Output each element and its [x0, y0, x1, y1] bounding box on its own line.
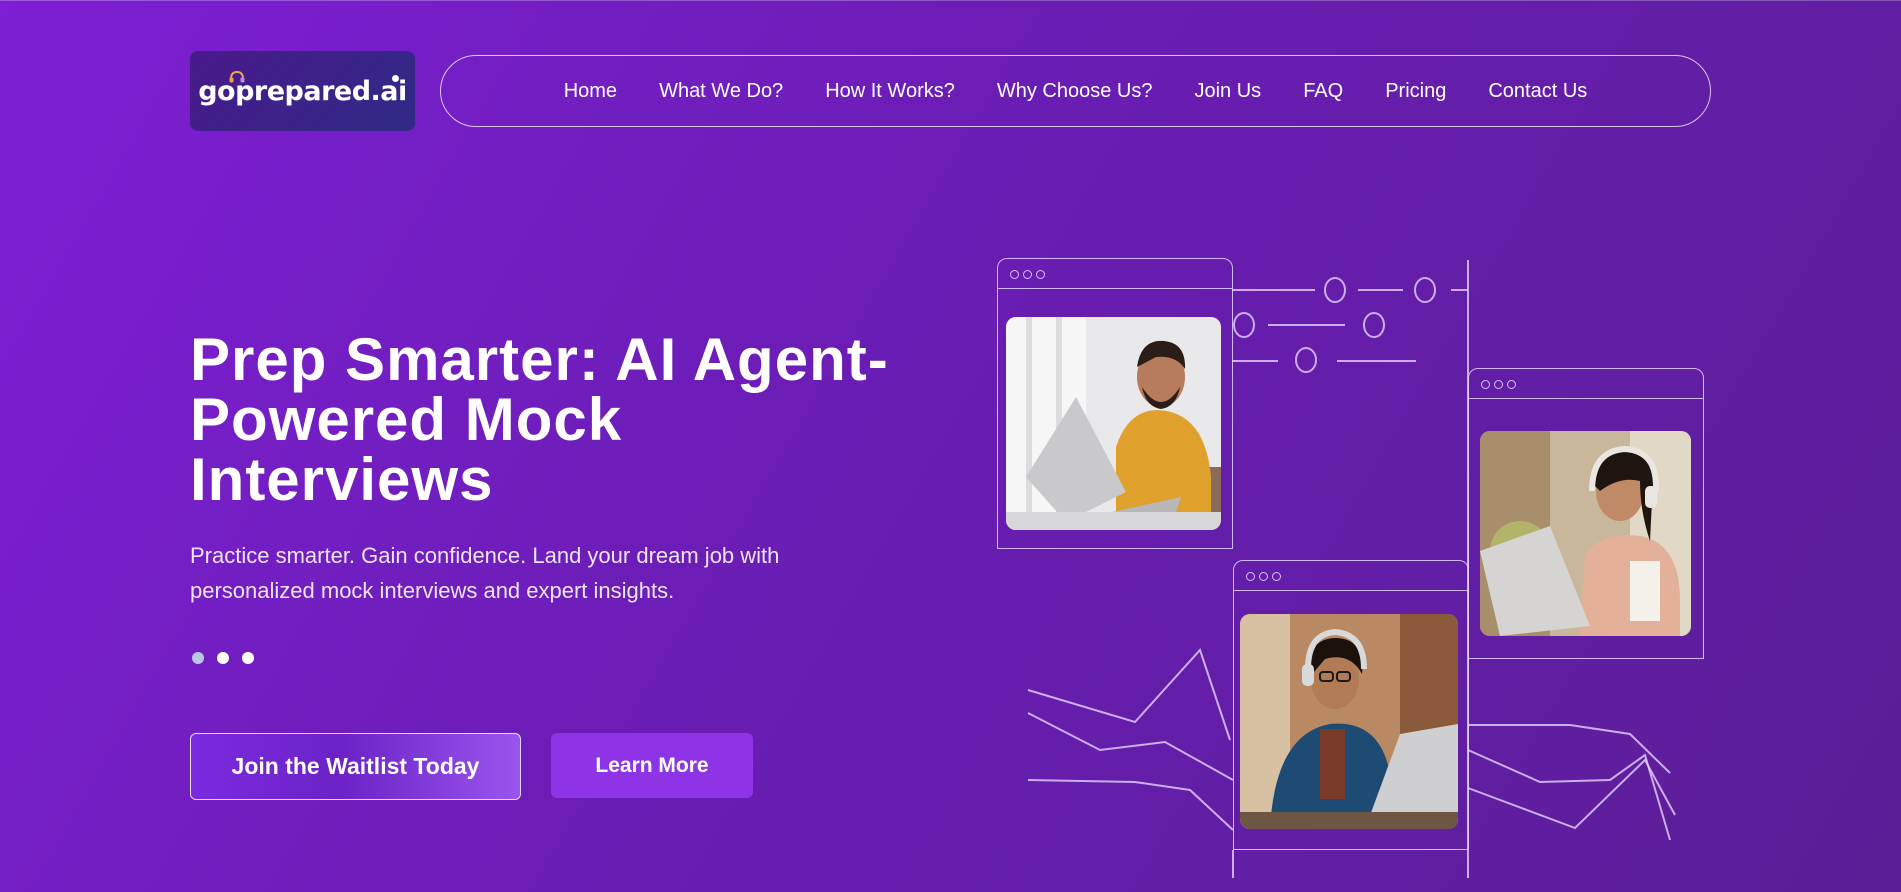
nav-faq[interactable]: FAQ [1303, 80, 1343, 103]
learn-more-button[interactable]: Learn More [551, 733, 753, 798]
nav-home[interactable]: Home [564, 80, 617, 103]
carousel-dot-2[interactable] [217, 652, 229, 664]
nav-what-we-do[interactable]: What We Do? [659, 80, 783, 103]
nav-pricing[interactable]: Pricing [1385, 80, 1446, 103]
nav-why-choose-us[interactable]: Why Choose Us? [997, 80, 1153, 103]
logo-dot [392, 75, 399, 82]
woman-with-headphones-laptop-photo [1480, 431, 1691, 636]
nav-contact-us[interactable]: Contact Us [1488, 80, 1587, 103]
hero-illustration [990, 250, 1710, 880]
nav-join-us[interactable]: Join Us [1194, 80, 1261, 103]
window-title-bar [998, 259, 1232, 289]
carousel-dot-3[interactable] [242, 652, 254, 664]
woman-with-glasses-laptop-photo [1240, 614, 1458, 829]
hero-subtitle: Practice smarter. Gain confidence. Land … [190, 543, 780, 603]
top-border [0, 0, 1901, 1]
brand-name: goprepared.ai [198, 75, 407, 107]
carousel-dot-1[interactable] [192, 652, 204, 664]
carousel-dots [192, 652, 254, 664]
main-nav: Home What We Do? How It Works? Why Choos… [440, 55, 1711, 127]
join-waitlist-button[interactable]: Join the Waitlist Today [190, 733, 521, 800]
man-with-laptop-photo [1006, 317, 1221, 530]
hero-title: Prep Smarter: AI Agent-Powered Mock Inte… [190, 326, 889, 513]
nav-how-it-works[interactable]: How It Works? [825, 80, 955, 103]
brand-logo[interactable]: goprepared.ai [190, 51, 415, 131]
window-title-bar [1234, 561, 1468, 591]
window-title-bar [1469, 369, 1703, 399]
